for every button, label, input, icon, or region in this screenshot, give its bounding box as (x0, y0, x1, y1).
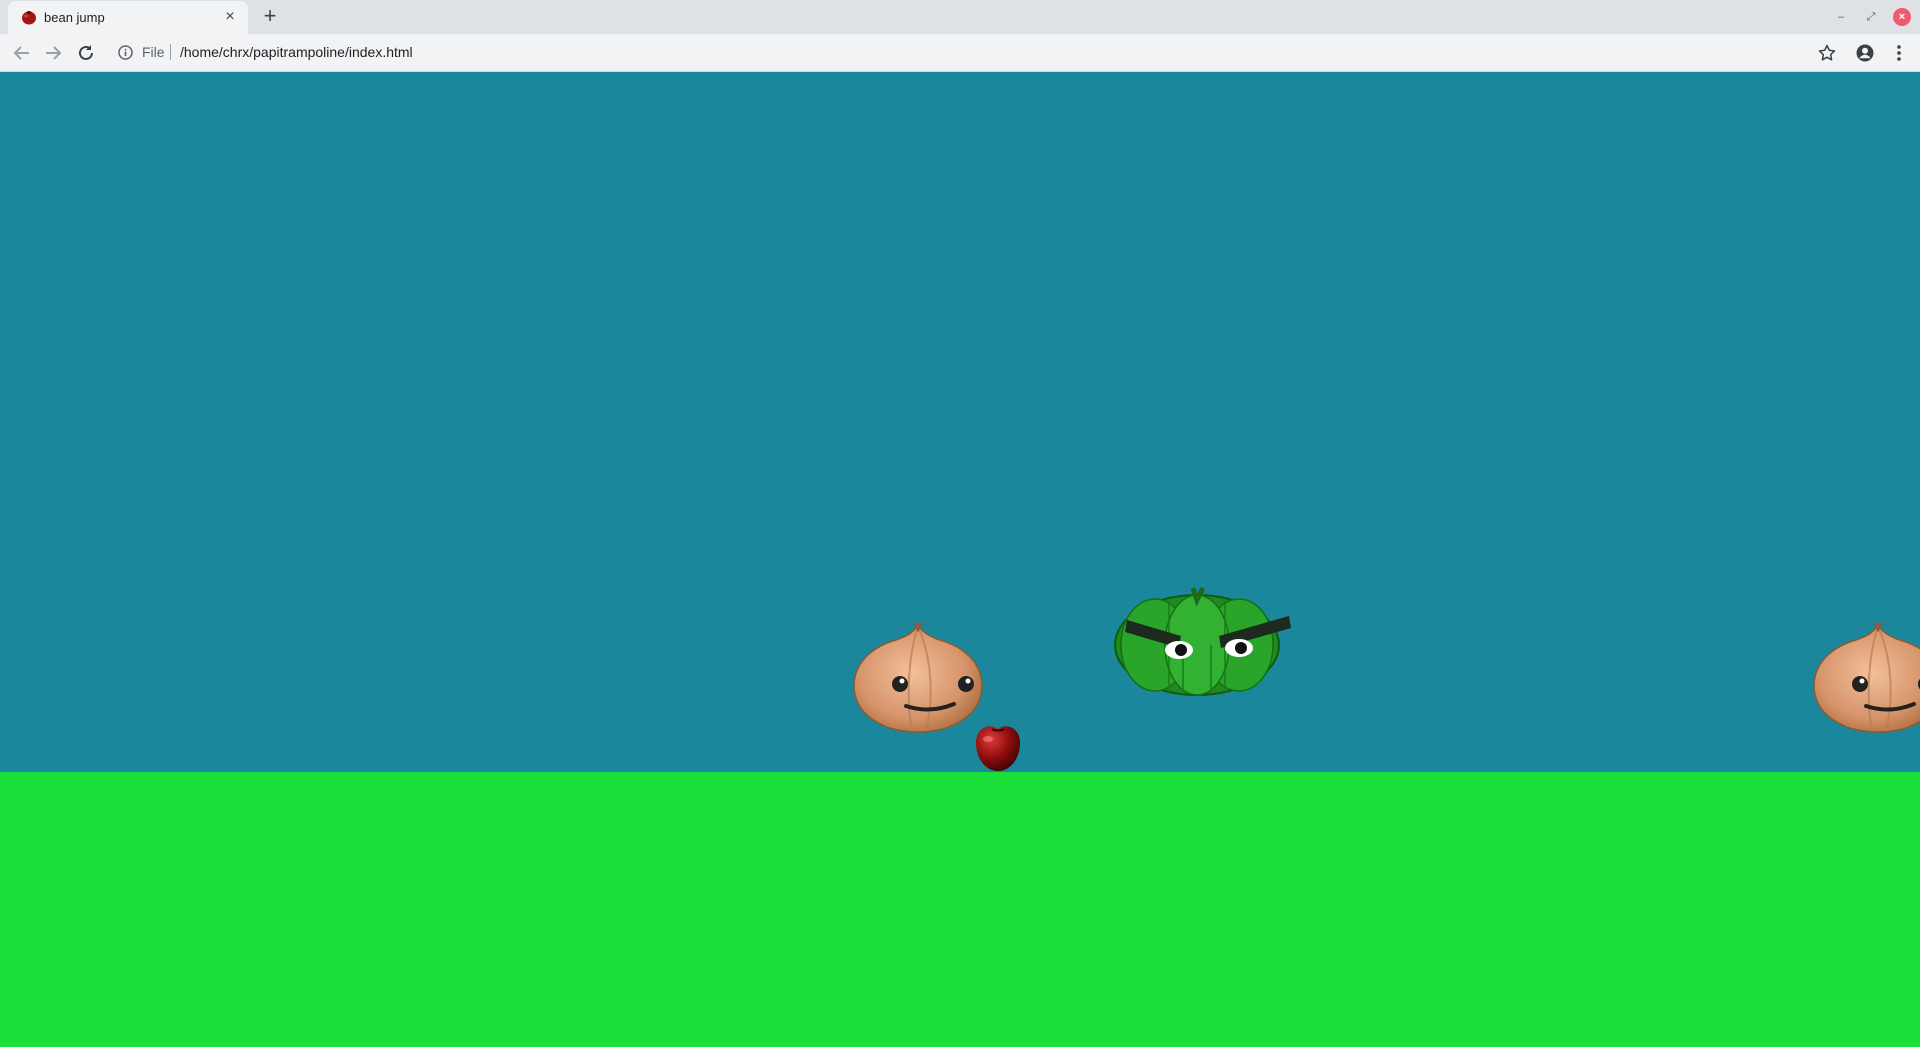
back-arrow-icon[interactable] (9, 40, 35, 66)
forward-arrow-icon[interactable] (40, 40, 66, 66)
tab-strip: bean jump × + – ⤢ × (0, 0, 1920, 34)
kebab-menu-icon[interactable] (1888, 42, 1910, 64)
bean-player (976, 726, 1020, 771)
browser-tab[interactable]: bean jump × (8, 1, 248, 34)
close-window-icon[interactable]: × (1893, 8, 1911, 26)
ground (0, 772, 1920, 1047)
info-icon[interactable] (117, 44, 134, 61)
reload-icon[interactable] (73, 40, 99, 66)
onion-enemy (1813, 621, 1920, 733)
close-tab-icon[interactable]: × (220, 7, 240, 27)
bookmark-star-icon[interactable] (1816, 42, 1838, 64)
address-separator (170, 44, 171, 60)
onion-enemy (853, 621, 983, 733)
bean-favicon-icon (22, 11, 36, 25)
account-icon[interactable] (1854, 42, 1876, 64)
maximize-icon[interactable]: ⤢ (1862, 8, 1880, 26)
url-scheme-label: File (142, 44, 165, 60)
tab-title: bean jump (44, 10, 105, 25)
new-tab-button[interactable]: + (258, 5, 282, 29)
address-bar[interactable]: /home/chrx/papitrampoline/index.html (180, 44, 413, 60)
browser-toolbar: File /home/chrx/papitrampoline/index.htm… (0, 34, 1920, 72)
game-canvas[interactable] (0, 72, 1920, 1047)
pumpkin-enemy (1114, 586, 1291, 696)
minimize-icon[interactable]: – (1832, 8, 1850, 26)
